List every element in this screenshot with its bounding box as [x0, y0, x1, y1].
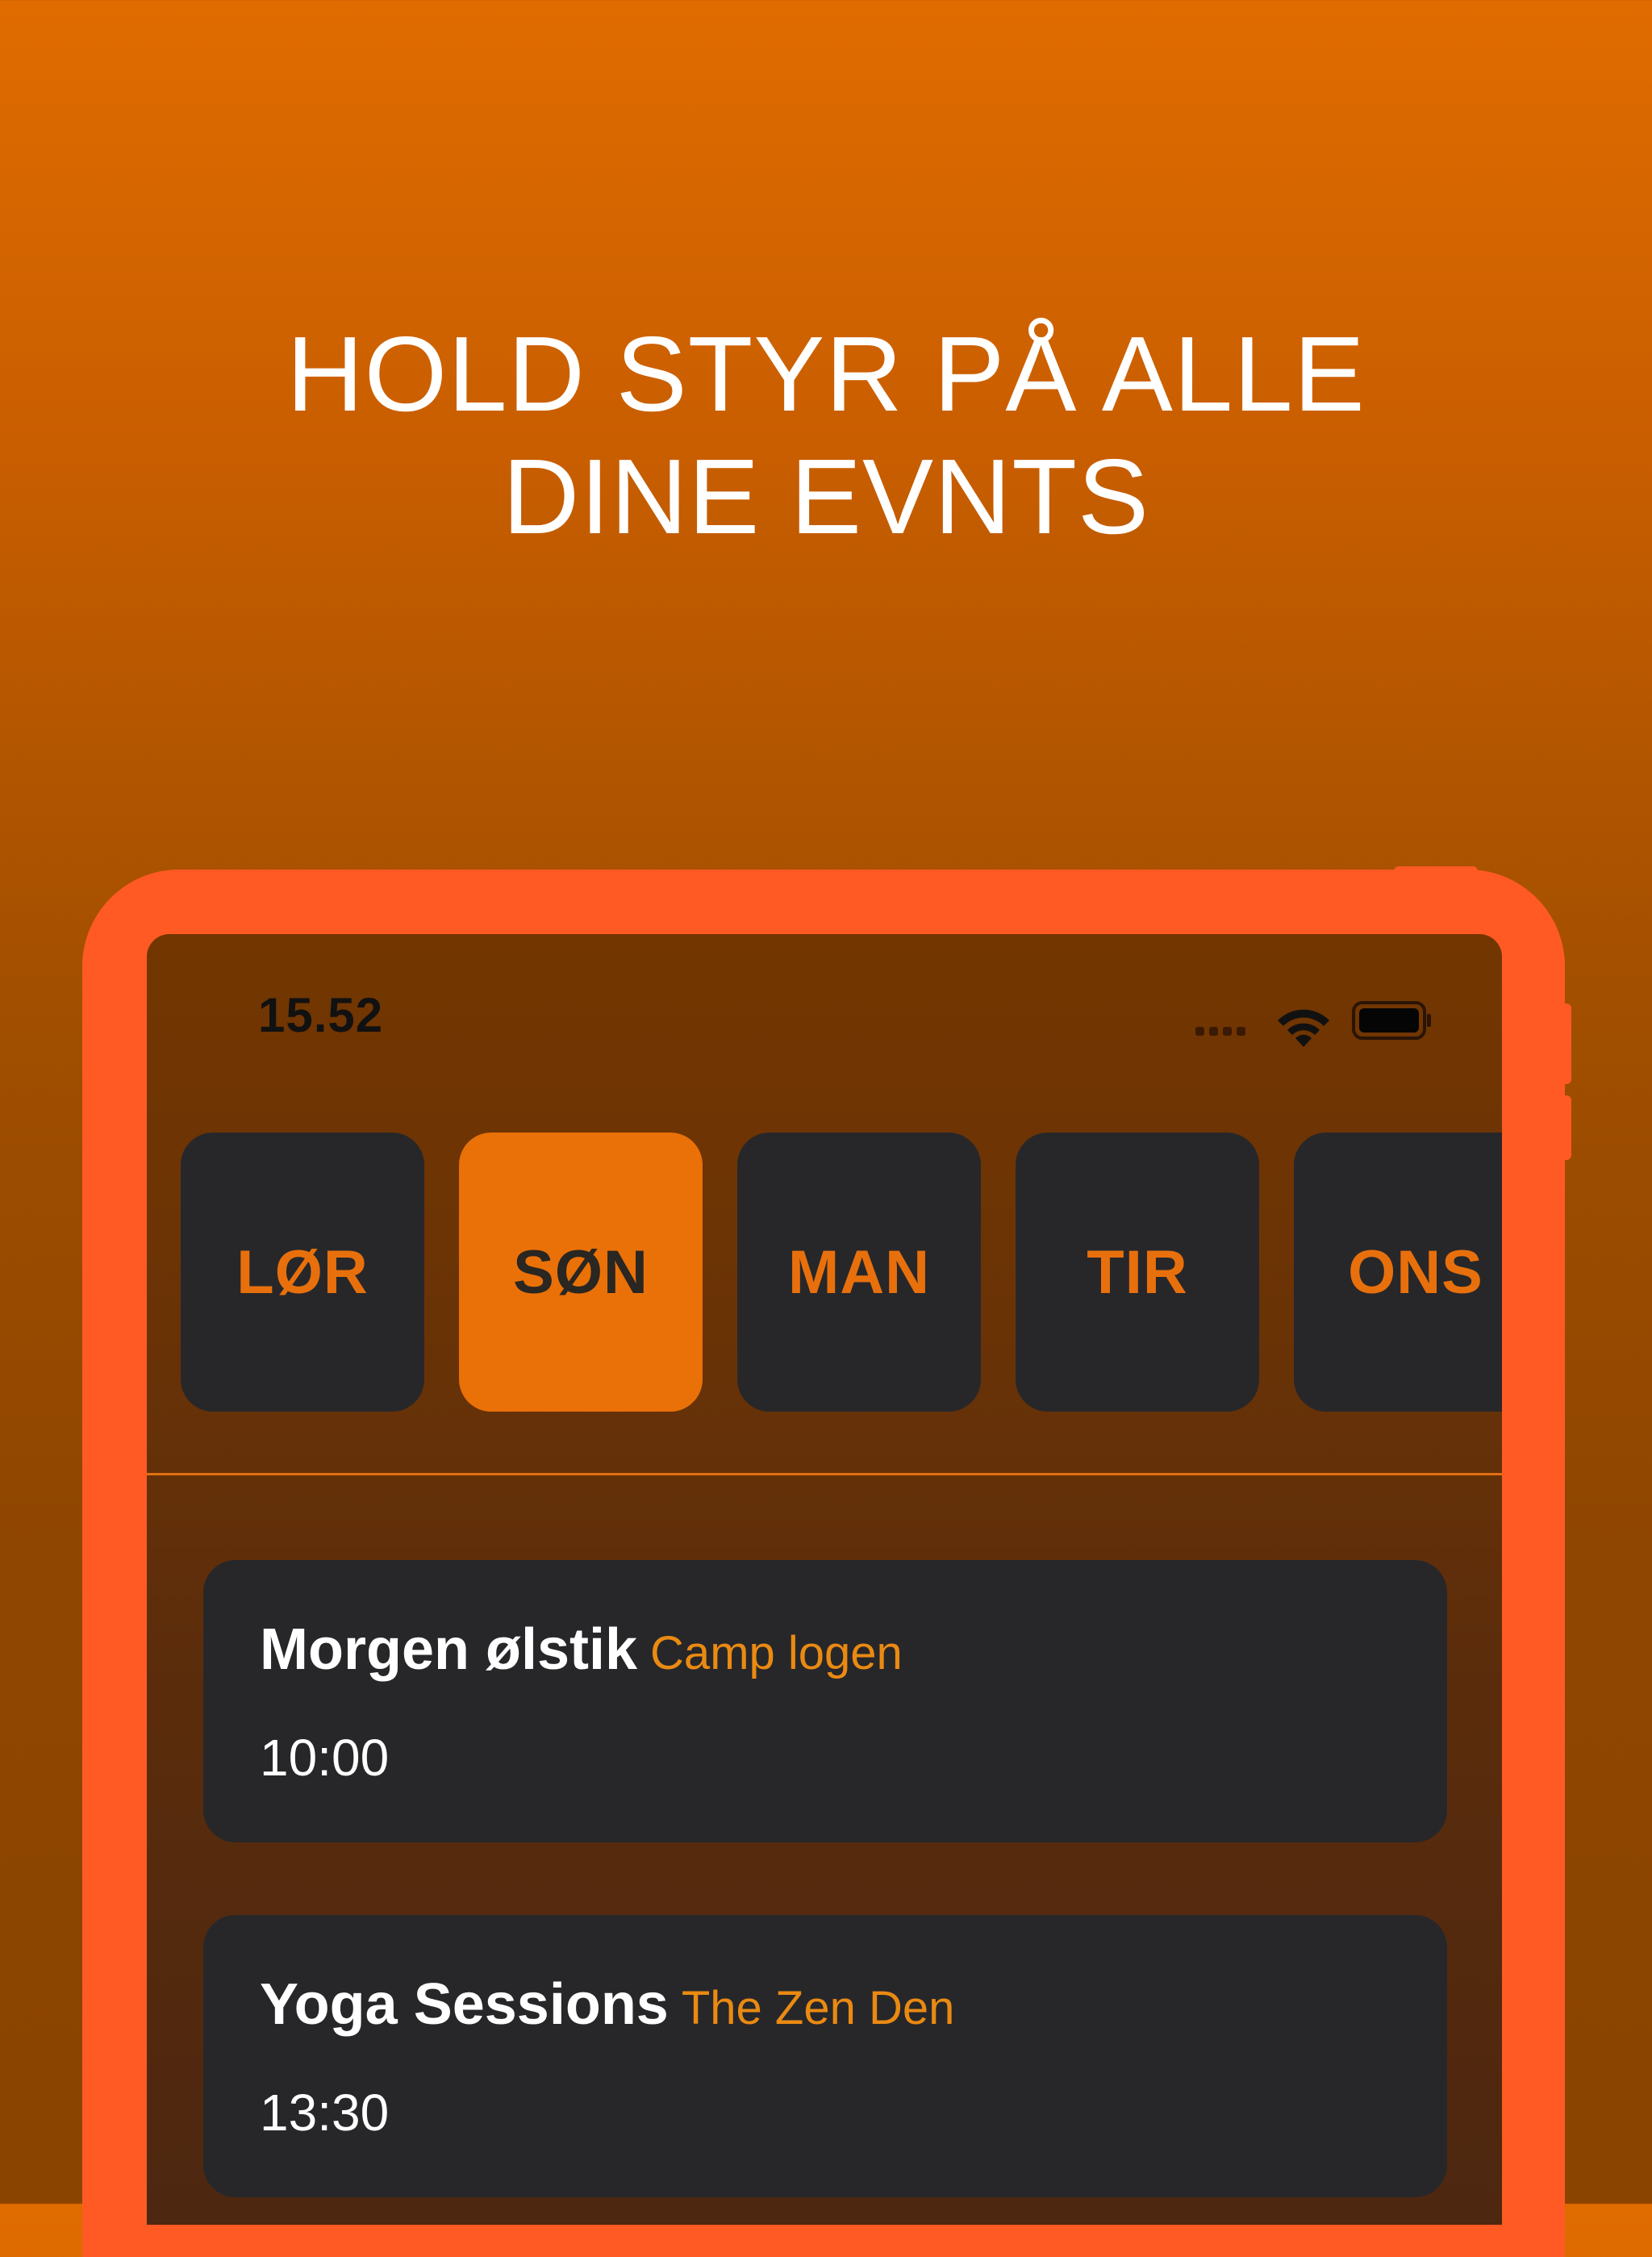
device-volume-down-button	[1563, 1095, 1571, 1160]
tab-day-label: SØN	[513, 1237, 649, 1307]
divider	[147, 1473, 1502, 1475]
headline-line-2: DINE EVNTS	[502, 437, 1150, 556]
battery-icon	[1352, 1001, 1431, 1040]
event-card[interactable]: Morgen ølstik Camp logen 10:00	[203, 1560, 1447, 1842]
event-card[interactable]: Yoga Sessions The Zen Den 13:30	[203, 1915, 1447, 2197]
status-bar: 15.52	[147, 934, 1502, 1095]
event-title-row: Morgen ølstik Camp logen	[260, 1617, 903, 1683]
tab-day-lor[interactable]: LØR	[181, 1133, 424, 1412]
event-title-row: Yoga Sessions The Zen Den	[260, 1971, 954, 2038]
event-name: Yoga Sessions	[260, 1972, 669, 2037]
tab-day-label: TIR	[1087, 1237, 1188, 1307]
tab-day-label: ONS	[1348, 1237, 1483, 1307]
tab-day-ons[interactable]: ONS	[1294, 1133, 1502, 1412]
tab-day-tir[interactable]: TIR	[1016, 1133, 1259, 1412]
event-location: The Zen Den	[681, 1982, 955, 2034]
event-location: Camp logen	[650, 1627, 903, 1679]
wifi-icon	[1278, 1009, 1329, 1047]
day-tabs: LØR SØN MAN TIR ONS	[181, 1133, 1502, 1412]
app-screen: 15.52 LØR SØN MAN TIR ONS Morgen ølstik …	[147, 934, 1502, 2225]
event-name: Morgen ølstik	[260, 1617, 638, 1682]
event-time: 10:00	[260, 1729, 390, 1787]
device-volume-up-button	[1563, 1003, 1571, 1084]
headline-line-1: HOLD STYR PÅ ALLE	[286, 315, 1366, 433]
tab-day-man[interactable]: MAN	[737, 1133, 981, 1412]
tab-day-label: MAN	[787, 1237, 931, 1307]
status-time: 15.52	[258, 988, 384, 1042]
tab-day-label: LØR	[236, 1237, 369, 1307]
headline: HOLD STYR PÅ ALLE DINE EVNTS	[0, 313, 1652, 558]
event-time: 13:30	[260, 2084, 390, 2142]
tab-day-son[interactable]: SØN	[459, 1133, 703, 1412]
signal-icon	[1195, 1027, 1245, 1036]
